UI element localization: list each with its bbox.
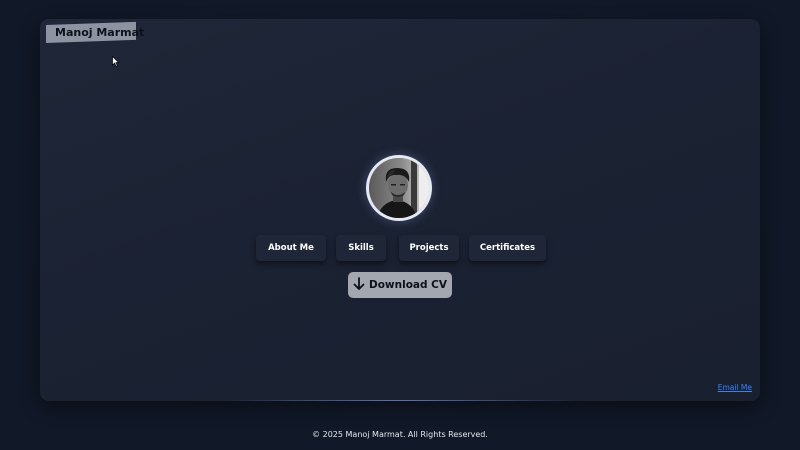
footer-copyright: © 2025 Manoj Marmat. All Rights Reserved…: [312, 430, 488, 439]
card-bottom-glow: [220, 400, 580, 401]
main-nav: About Me Skills Projects Certificates: [256, 235, 546, 261]
profile-photo-icon: [369, 158, 429, 218]
download-cv-button[interactable]: Download CV: [348, 272, 452, 298]
avatar: [369, 158, 429, 218]
nav-about-me-button[interactable]: About Me: [256, 235, 326, 261]
nav-certificates-button[interactable]: Certificates: [469, 235, 546, 261]
hero-card: Manoj Marmat About Me Skills Projects Ce…: [40, 19, 760, 401]
nav-skills-button[interactable]: Skills: [336, 235, 386, 261]
mouse-cursor-icon: [112, 56, 120, 67]
nav-projects-button[interactable]: Projects: [399, 235, 459, 261]
download-cv-label: Download CV: [368, 279, 447, 291]
email-me-link[interactable]: Email Me: [718, 383, 752, 392]
page: Manoj Marmat About Me Skills Projects Ce…: [0, 0, 800, 450]
avatar-frame: [366, 155, 432, 221]
logo-text: Manoj Marmat: [55, 26, 145, 39]
arrow-down-icon: [353, 277, 365, 290]
site-logo[interactable]: Manoj Marmat: [46, 21, 144, 43]
